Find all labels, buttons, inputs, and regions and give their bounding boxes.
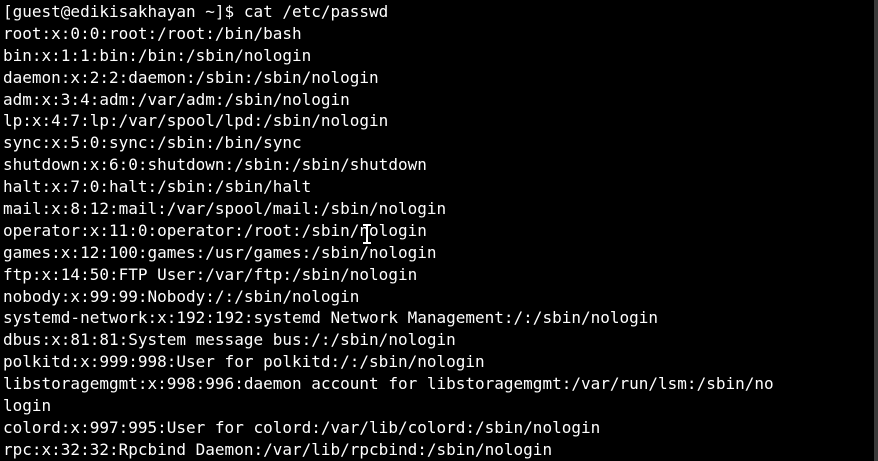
output-line: shutdown:x:6:0:shutdown:/sbin:/sbin/shut…	[3, 155, 427, 175]
output-line: adm:x:3:4:adm:/var/adm:/sbin/nologin	[3, 89, 350, 109]
output-line: daemon:x:2:2:daemon:/sbin:/sbin/nologin	[3, 67, 379, 87]
terminal-window[interactable]: [guest@edikisakhayan ~]$ cat /etc/passwd…	[0, 0, 878, 461]
output-line: sync:x:5:0:sync:/sbin:/bin/sync	[3, 133, 302, 153]
output-line: operator:x:11:0:operator:/root:/sbin/nol…	[3, 220, 427, 240]
output-line: ftp:x:14:50:FTP User:/var/ftp:/sbin/nolo…	[3, 264, 418, 284]
scrollbar-track[interactable]	[874, 0, 878, 461]
output-line: polkitd:x:999:998:User for polkitd:/:/sb…	[3, 352, 485, 372]
output-line: halt:x:7:0:halt:/sbin:/sbin/halt	[3, 177, 312, 197]
output-line: games:x:12:100:games:/usr/games:/sbin/no…	[3, 242, 437, 262]
output-line: dbus:x:81:81:System message bus:/:/sbin/…	[3, 330, 456, 350]
output-line: bin:x:1:1:bin:/bin:/sbin/nologin	[3, 45, 312, 65]
output-line: colord:x:997:995:User for colord:/var/li…	[3, 417, 601, 437]
output-line: libstoragemgmt:x:998:996:daemon account …	[3, 374, 774, 394]
output-line: login	[3, 396, 52, 416]
output-line: systemd-network:x:192:192:systemd Networ…	[3, 308, 659, 328]
output-line: nobody:x:99:99:Nobody:/:/sbin/nologin	[3, 286, 360, 306]
output-line: rpc:x:32:32:Rpcbind Daemon:/var/lib/rpcb…	[3, 439, 553, 459]
output-line: lp:x:4:7:lp:/var/spool/lpd:/sbin/nologin	[3, 111, 389, 131]
output-line: mail:x:8:12:mail:/var/spool/mail:/sbin/n…	[3, 199, 447, 219]
terminal-output: root:x:0:0:root:/root:/bin/bash bin:x:1:1…	[3, 23, 878, 461]
output-line: root:x:0:0:root:/root:/bin/bash	[3, 23, 302, 43]
command-prompt: [guest@edikisakhayan ~]$ cat /etc/passwd	[3, 2, 389, 21]
scrollbar-thumb[interactable]	[874, 0, 878, 461]
